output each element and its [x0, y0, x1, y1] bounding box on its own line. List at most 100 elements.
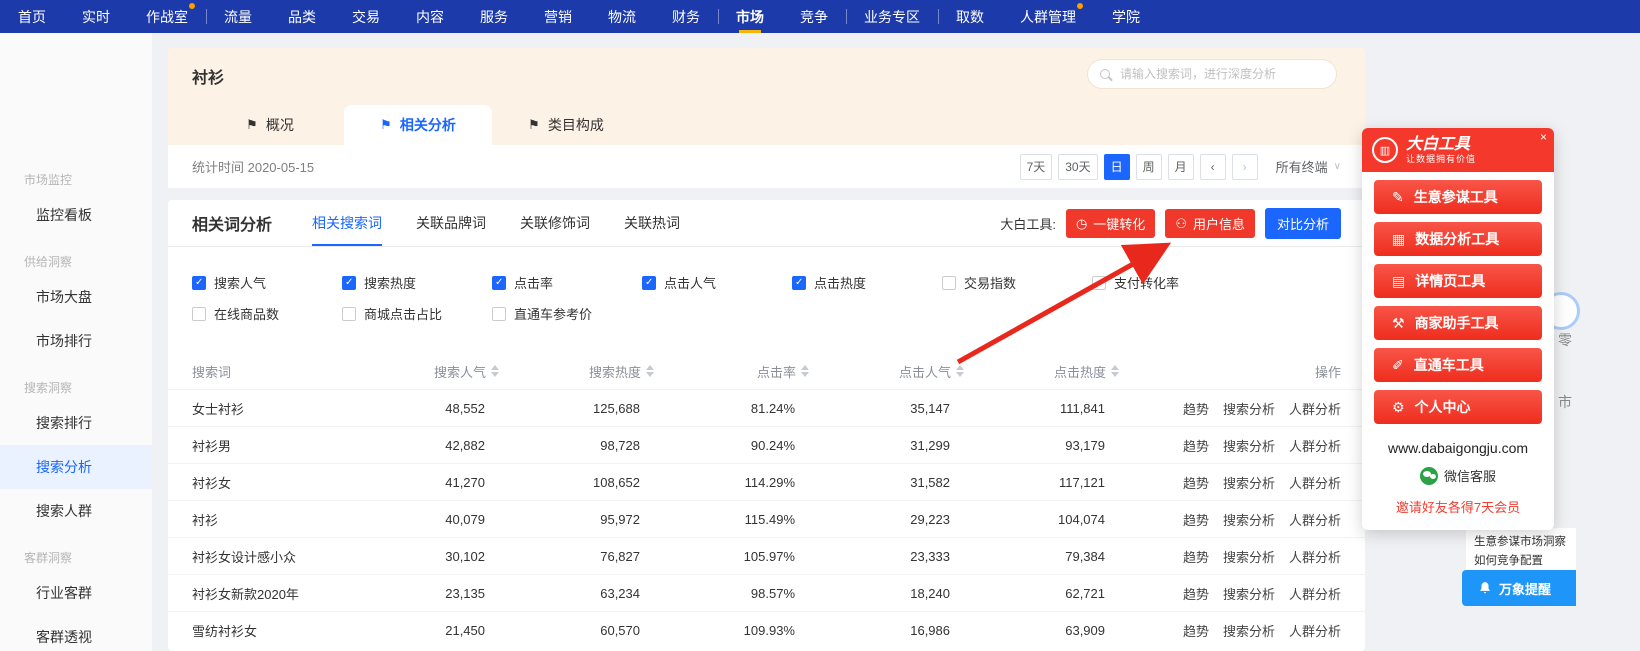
collapse-icon[interactable]: ×	[1540, 131, 1547, 143]
date-range-button[interactable]: 月	[1167, 153, 1194, 180]
nav-item[interactable]: 流量	[206, 0, 252, 33]
sidebar-item[interactable]: 搜索分析	[0, 445, 152, 489]
date-range-button[interactable]: 周	[1135, 153, 1162, 180]
sort-icon[interactable]	[491, 365, 499, 377]
data-analysis-tool-button[interactable]: ▦ 数据分析工具	[1374, 222, 1542, 256]
prev-button[interactable]: ‹	[1199, 153, 1226, 180]
next-button[interactable]: ›	[1231, 153, 1258, 180]
reminder-bar[interactable]: 万象提醒	[1462, 570, 1576, 606]
metric-checkbox[interactable]: 点击人气	[642, 273, 792, 292]
flag-icon: ⚑	[380, 117, 392, 132]
crowd-analysis-link[interactable]: 人群分析	[1289, 436, 1341, 455]
search-analysis-link[interactable]: 搜索分析	[1223, 547, 1275, 566]
metric-label: 搜索人气	[214, 276, 267, 291]
search-input[interactable]	[1118, 66, 1324, 82]
crowd-analysis-link[interactable]: 人群分析	[1289, 510, 1341, 529]
wechat-support[interactable]: 微信客服	[1362, 466, 1554, 485]
metric-checkbox[interactable]: 搜索热度	[342, 273, 492, 292]
trend-link[interactable]: 趋势	[1183, 436, 1209, 455]
nav-item[interactable]: 财务	[672, 0, 700, 33]
search-analysis-link[interactable]: 搜索分析	[1223, 436, 1275, 455]
detail-page-tool-button[interactable]: ▤ 详情页工具	[1374, 264, 1542, 298]
metric-checkbox[interactable]: 点击率	[492, 273, 642, 292]
terminal-select[interactable]: 所有终端 ∨	[1276, 157, 1341, 176]
date-range-button[interactable]: 30天	[1058, 153, 1098, 180]
page-tab[interactable]: ⚑ 相关分析	[344, 105, 492, 145]
metric-checkbox[interactable]: 搜索人气	[192, 273, 342, 292]
sidebar-item[interactable]: 市场排行	[0, 319, 152, 363]
sidebar-item[interactable]: 搜索人群	[0, 489, 152, 533]
trend-link[interactable]: 趋势	[1183, 584, 1209, 603]
sort-icon[interactable]	[956, 365, 964, 377]
nav-item[interactable]: 学院	[1112, 0, 1140, 33]
nav-item-label: 学院	[1112, 8, 1140, 25]
sidebar-item[interactable]: 监控看板	[0, 193, 152, 237]
crowd-analysis-link[interactable]: 人群分析	[1289, 584, 1341, 603]
search-analysis-link[interactable]: 搜索分析	[1223, 584, 1275, 603]
nav-item[interactable]: 作战室	[146, 0, 195, 33]
nav-item[interactable]: 内容	[416, 0, 444, 33]
nav-item[interactable]: 市场	[718, 0, 764, 33]
nav-item[interactable]: 物流	[608, 0, 636, 33]
trend-link[interactable]: 趋势	[1183, 473, 1209, 492]
advisor-tool-button[interactable]: ✎ 生意参谋工具	[1374, 180, 1542, 214]
crowd-analysis-link[interactable]: 人群分析	[1289, 621, 1341, 640]
nav-item[interactable]: 人群管理	[1020, 0, 1083, 33]
search-analysis-link[interactable]: 搜索分析	[1223, 399, 1275, 418]
compare-analysis-button[interactable]: 对比分析	[1264, 207, 1341, 239]
trend-link[interactable]: 趋势	[1183, 510, 1209, 529]
nav-item[interactable]: 服务	[480, 0, 508, 33]
search-analysis-link[interactable]: 搜索分析	[1223, 621, 1275, 640]
nav-item[interactable]: 竞争	[800, 0, 828, 33]
metric-checkbox[interactable]: 支付转化率	[1092, 273, 1242, 292]
trend-link[interactable]: 趋势	[1183, 547, 1209, 566]
trend-link[interactable]: 趋势	[1183, 399, 1209, 418]
sort-icon[interactable]	[801, 365, 809, 377]
nav-item[interactable]: 品类	[288, 0, 316, 33]
page-tab[interactable]: ⚑ 类目构成	[492, 105, 640, 145]
analysis-tab[interactable]: 关联品牌词	[416, 200, 486, 246]
metric-checkbox[interactable]: 商城点击占比	[342, 304, 492, 323]
trend-link[interactable]: 趋势	[1183, 621, 1209, 640]
personal-center-button[interactable]: ⚙ 个人中心	[1374, 390, 1542, 424]
search-analysis-link[interactable]: 搜索分析	[1223, 473, 1275, 492]
sort-icon[interactable]	[646, 365, 654, 377]
one-key-convert-button[interactable]: ◷ 一键转化	[1065, 208, 1156, 238]
nav-item[interactable]: 交易	[352, 0, 380, 33]
plugin-button-label: 详情页工具	[1415, 273, 1486, 289]
sidebar-item[interactable]: 市场大盘	[0, 275, 152, 319]
page-tab[interactable]: ⚑ 概况	[196, 105, 344, 145]
crowd-analysis-link[interactable]: 人群分析	[1289, 399, 1341, 418]
metric-checkbox[interactable]: 交易指数	[942, 273, 1092, 292]
nav-item[interactable]: 营销	[544, 0, 572, 33]
search-analysis-link[interactable]: 搜索分析	[1223, 510, 1275, 529]
sidebar-item[interactable]: 行业客群	[0, 571, 152, 615]
analysis-tab[interactable]: 相关搜索词	[312, 200, 383, 246]
keyword-cell: 女士衬衫	[192, 401, 245, 417]
analysis-tab[interactable]: 关联修饰词	[520, 200, 590, 246]
sidebar-item[interactable]: 客群透视	[0, 615, 152, 651]
metric-checkbox[interactable]: 点击热度	[792, 273, 942, 292]
actions-cell: 趋势 搜索分析 人群分析	[1119, 584, 1341, 603]
metric-checkbox[interactable]: 直通车参考价	[492, 304, 642, 323]
merchant-assistant-tool-button[interactable]: ⚒ 商家助手工具	[1374, 306, 1542, 340]
nav-item[interactable]: 首页	[18, 0, 46, 33]
nav-item-label: 财务	[672, 8, 700, 25]
click-rate-cell: 81.24%	[750, 400, 795, 416]
date-range-button[interactable]: 日	[1103, 153, 1130, 180]
nav-item[interactable]: 实时	[82, 0, 110, 33]
edge-glyph-bottom: 市	[1558, 394, 1572, 410]
invite-link[interactable]: 邀请好友各得7天会员	[1362, 497, 1554, 516]
nav-item[interactable]: 取数	[938, 0, 984, 33]
crowd-analysis-link[interactable]: 人群分析	[1289, 473, 1341, 492]
sidebar-item[interactable]: 搜索排行	[0, 401, 152, 445]
sort-icon[interactable]	[1111, 365, 1119, 377]
date-range-button[interactable]: 7天	[1019, 153, 1053, 180]
nav-item[interactable]: 业务专区	[846, 0, 920, 33]
analysis-tab[interactable]: 关联热词	[624, 200, 680, 246]
crowd-analysis-link[interactable]: 人群分析	[1289, 547, 1341, 566]
metric-checkbox[interactable]: 在线商品数	[192, 304, 342, 323]
chevron-down-icon: ∨	[1333, 161, 1341, 172]
express-train-tool-button[interactable]: ✐ 直通车工具	[1374, 348, 1542, 382]
user-info-button[interactable]: ⚇ 用户信息	[1165, 208, 1255, 238]
